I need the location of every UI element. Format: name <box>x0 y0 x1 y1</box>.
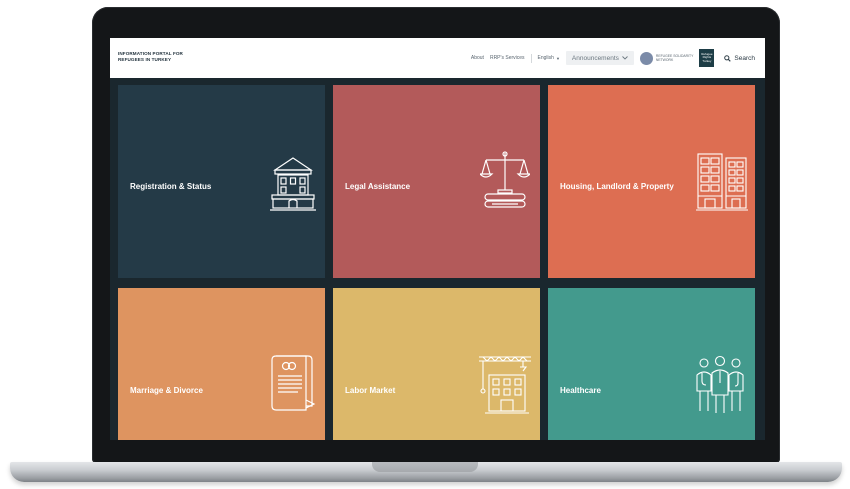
site-logo-text[interactable]: INFORMATION PORTAL FOR REFUGEES IN TURKE… <box>118 51 183 63</box>
tile-label: Registration & Status <box>130 182 212 191</box>
tile-label: Healthcare <box>560 386 601 395</box>
tile-labor-market[interactable]: Labor Market <box>333 288 540 440</box>
screen: INFORMATION PORTAL FOR REFUGEES IN TURKE… <box>110 38 765 440</box>
search-icon <box>724 54 732 62</box>
construction-crane-icon <box>479 356 531 414</box>
refugee-solidarity-network-logo[interactable]: REFUGEE SOLIDARITY NETWORK <box>639 51 694 65</box>
announcements-dropdown[interactable]: Announcements <box>565 51 634 65</box>
tile-housing-landlord-property[interactable]: Housing, Landlord & Property <box>548 85 755 278</box>
tile-legal-assistance[interactable]: Legal Assistance <box>333 85 540 278</box>
brand-line-2: REFUGEES IN TURKEY <box>118 57 172 62</box>
tile-label: Marriage & Divorce <box>130 386 203 395</box>
search-label: Search <box>734 54 755 62</box>
badge-text: Refugee Rights Turkey <box>701 51 713 63</box>
tile-label: Labor Market <box>345 386 396 395</box>
announcements-label: Announcements <box>571 54 619 62</box>
site-header: INFORMATION PORTAL FOR REFUGEES IN TURKE… <box>110 38 765 78</box>
laptop-notch <box>372 462 478 472</box>
tile-marriage-divorce[interactable]: Marriage & Divorce <box>118 288 325 440</box>
language-selector[interactable]: English ▼ <box>538 55 560 61</box>
nav-about[interactable]: About <box>471 55 484 61</box>
main-nav: About RRP's Services English ▼ Announcem… <box>471 38 755 78</box>
search-button[interactable]: Search <box>720 55 755 62</box>
network-emblem-icon <box>639 51 653 65</box>
tile-label: Legal Assistance <box>345 182 411 191</box>
marriage-certificate-icon <box>271 355 316 411</box>
scales-of-justice-icon <box>480 151 530 208</box>
network-line-2: NETWORK <box>655 58 674 62</box>
refugee-rights-badge[interactable]: Refugee Rights Turkey <box>699 49 715 67</box>
medical-staff-icon <box>696 355 744 413</box>
caret-down-icon: ▼ <box>555 55 560 61</box>
tile-label: Housing, Landlord & Property <box>560 182 674 191</box>
chevron-down-icon <box>622 56 628 60</box>
nav-services[interactable]: RRP's Services <box>490 55 525 61</box>
government-building-icon <box>270 157 316 211</box>
network-name: REFUGEE SOLIDARITY NETWORK <box>656 54 694 62</box>
language-label: English <box>537 55 554 61</box>
nav-divider <box>530 53 532 63</box>
tile-healthcare[interactable]: Healthcare <box>548 288 755 440</box>
tile-registration-status[interactable]: Registration & Status <box>118 85 325 278</box>
apartment-buildings-icon <box>696 153 748 211</box>
